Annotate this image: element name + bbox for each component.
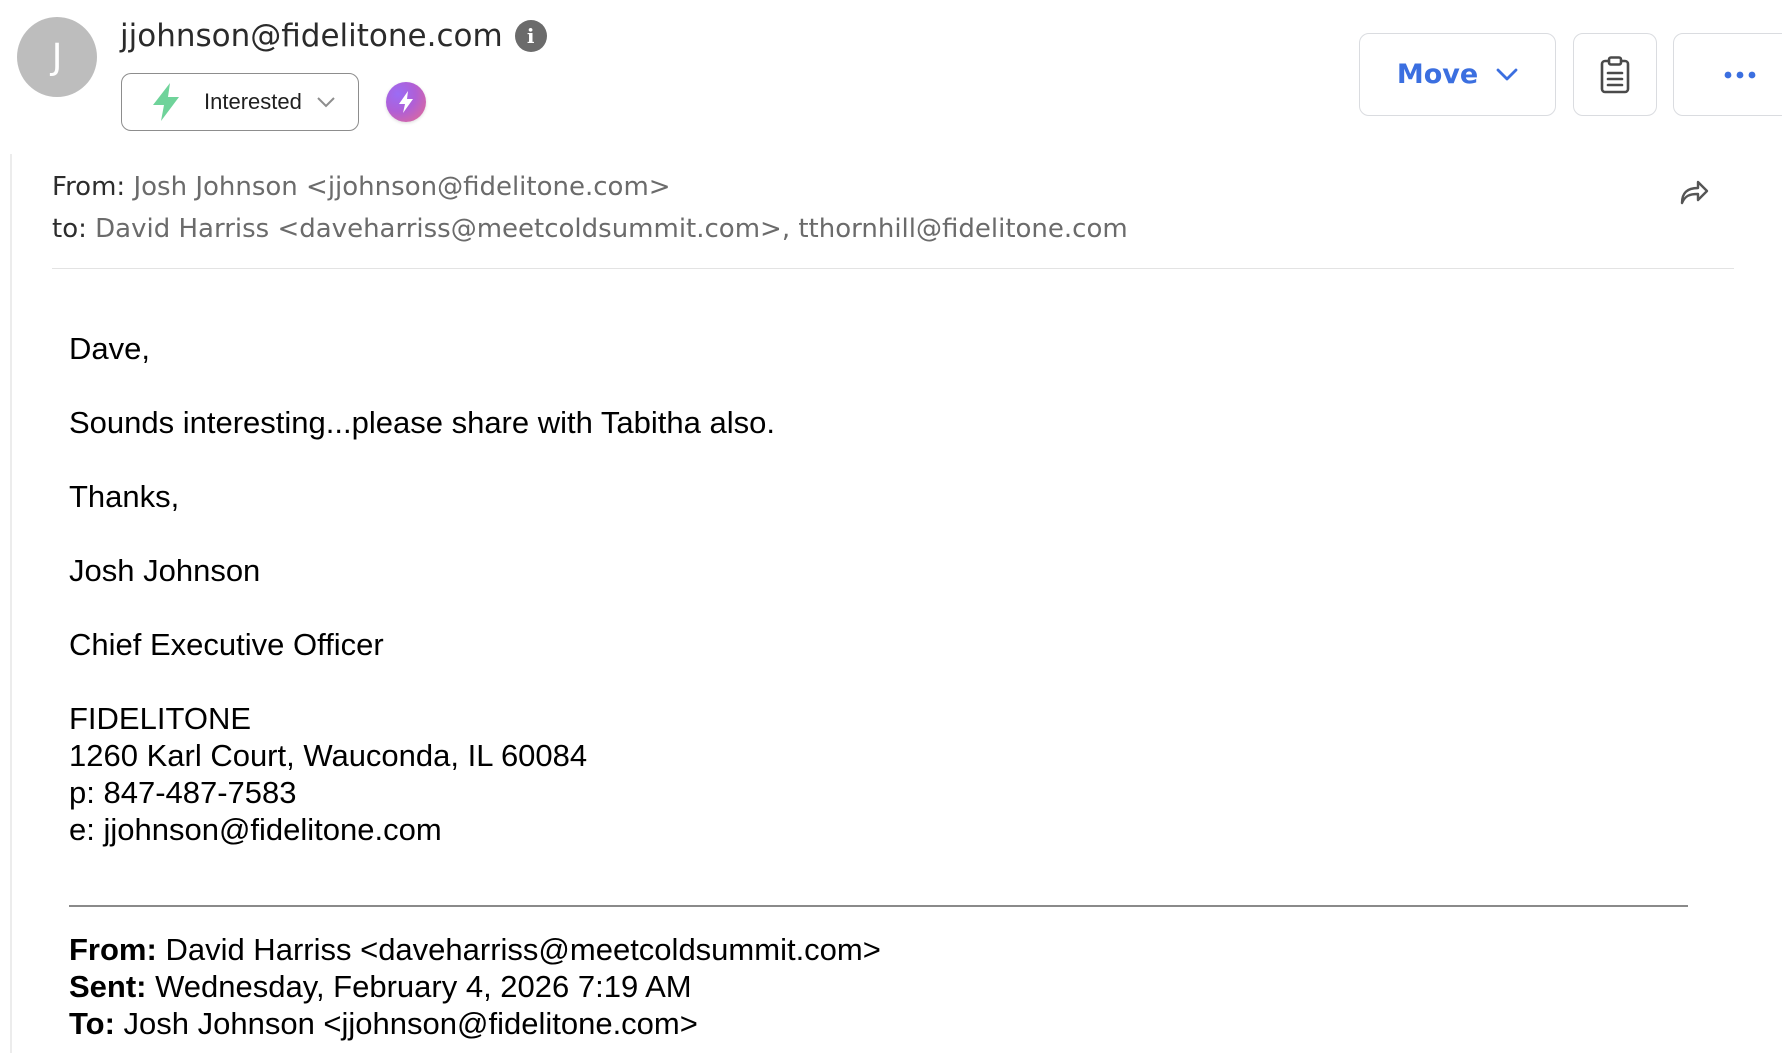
ai-assist-button[interactable] bbox=[386, 82, 426, 122]
signature-name: Josh Johnson bbox=[69, 553, 261, 588]
message-body: Dave, Sounds interesting...please share … bbox=[69, 330, 775, 848]
move-button[interactable]: Move bbox=[1359, 33, 1556, 116]
quoted-from-value: David Harriss <daveharriss@meetcoldsummi… bbox=[156, 932, 881, 967]
sender-email: jjohnson@fidelitone.com bbox=[120, 18, 503, 54]
move-button-label: Move bbox=[1396, 59, 1479, 90]
signature-email: e: jjohnson@fidelitone.com bbox=[69, 812, 442, 847]
greeting: Dave, bbox=[69, 331, 150, 366]
from-label: From: bbox=[52, 172, 126, 202]
email-view: J jjohnson@fidelitone.com i Interested M… bbox=[0, 0, 1782, 1053]
quote-divider bbox=[69, 905, 1688, 907]
chevron-down-icon bbox=[1496, 68, 1518, 80]
sender-email-row: jjohnson@fidelitone.com i bbox=[120, 18, 547, 54]
chevron-down-icon bbox=[317, 97, 335, 108]
quoted-to-value: Josh Johnson <jjohnson@fidelitone.com> bbox=[114, 1006, 698, 1041]
notes-button[interactable] bbox=[1573, 33, 1657, 116]
to-row: to: David Harriss <daveharriss@meetcolds… bbox=[52, 208, 1128, 250]
quoted-from-row: From: David Harriss <daveharriss@meetcol… bbox=[69, 931, 881, 968]
signature-address: 1260 Karl Court, Wauconda, IL 60084 bbox=[69, 738, 588, 773]
info-icon[interactable]: i bbox=[514, 20, 547, 52]
more-horizontal-icon bbox=[1724, 71, 1756, 78]
from-row: From: Josh Johnson <jjohnson@fidelitone.… bbox=[52, 166, 1128, 208]
email-header: J jjohnson@fidelitone.com i Interested M… bbox=[0, 0, 1782, 154]
meta-divider bbox=[52, 268, 1734, 269]
to-label: to: bbox=[52, 214, 87, 244]
quoted-sent-row: Sent: Wednesday, February 4, 2026 7:19 A… bbox=[69, 968, 881, 1005]
clipboard-icon bbox=[1600, 55, 1630, 93]
message-meta: From: Josh Johnson <jjohnson@fidelitone.… bbox=[52, 166, 1128, 250]
body-line: Sounds interesting...please share with T… bbox=[69, 405, 775, 440]
quoted-to-label: To: bbox=[69, 1006, 115, 1041]
quoted-sent-label: Sent: bbox=[69, 969, 147, 1004]
ai-lightning-icon bbox=[399, 91, 413, 113]
lead-status-label: Interested bbox=[204, 89, 302, 114]
from-value: Josh Johnson <jjohnson@fidelitone.com> bbox=[133, 172, 671, 202]
signature-phone: p: 847-487-7583 bbox=[69, 775, 297, 810]
lightning-bolt-icon bbox=[153, 83, 179, 121]
signature-title: Chief Executive Officer bbox=[69, 627, 384, 662]
avatar: J bbox=[17, 17, 97, 97]
lead-status-dropdown[interactable]: Interested bbox=[121, 73, 359, 131]
to-value: David Harriss <daveharriss@meetcoldsummi… bbox=[95, 214, 1128, 244]
signature-company: FIDELITONE bbox=[69, 701, 252, 736]
closing: Thanks, bbox=[69, 479, 180, 514]
quoted-sent-value: Wednesday, February 4, 2026 7:19 AM bbox=[146, 969, 692, 1004]
message-panel: From: Josh Johnson <jjohnson@fidelitone.… bbox=[10, 154, 1782, 1053]
quoted-from-label: From: bbox=[69, 932, 157, 967]
more-options-button[interactable] bbox=[1673, 33, 1782, 116]
quoted-to-row: To: Josh Johnson <jjohnson@fidelitone.co… bbox=[69, 1005, 881, 1042]
forward-icon[interactable] bbox=[1676, 176, 1710, 210]
quoted-header: From: David Harriss <daveharriss@meetcol… bbox=[69, 931, 881, 1042]
